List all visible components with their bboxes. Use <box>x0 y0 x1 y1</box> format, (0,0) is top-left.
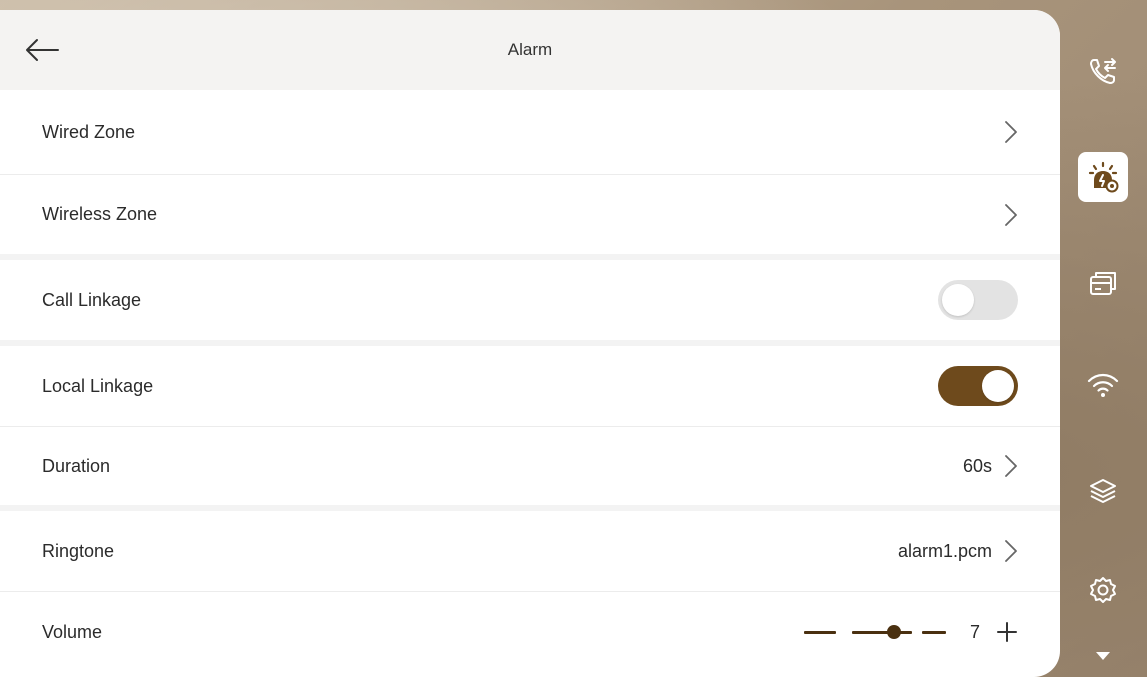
settings-panel: Alarm Wired Zone Wireless Zone Call Link… <box>0 10 1060 677</box>
local-linkage-toggle[interactable] <box>938 366 1018 406</box>
wired-zone-right <box>1004 120 1018 144</box>
sidebar-item-call-transfer[interactable] <box>1078 46 1128 96</box>
duration-row[interactable]: Duration 60s <box>0 427 1060 505</box>
volume-row: Volume 7 <box>0 592 1060 672</box>
alarm-settings-icon <box>1088 161 1119 193</box>
sidebar-item-cards[interactable] <box>1078 258 1128 308</box>
ringtone-right: alarm1.pcm <box>898 539 1018 563</box>
chevron-right-icon <box>1005 121 1017 143</box>
slider-track-filled <box>851 631 912 634</box>
chevron-down-icon <box>1096 652 1110 660</box>
call-linkage-label: Call Linkage <box>42 289 142 310</box>
ringtone-value: alarm1.pcm <box>897 540 992 561</box>
gear-icon <box>1090 577 1116 603</box>
wireless-zone-right <box>1004 203 1018 227</box>
local-linkage-right <box>938 366 1018 406</box>
local-linkage-row: Local Linkage <box>0 346 1060 426</box>
wifi-icon <box>1087 373 1119 397</box>
plus-icon[interactable] <box>996 621 1018 643</box>
wireless-zone-row[interactable]: Wireless Zone <box>0 175 1060 254</box>
chevron-right-icon <box>1005 455 1017 477</box>
toggle-knob <box>982 370 1014 402</box>
sidebar-scroll-down[interactable] <box>1078 636 1128 676</box>
cards-icon <box>1090 272 1116 295</box>
volume-slider[interactable] <box>803 620 954 644</box>
sidebar-item-alarm[interactable] <box>1078 152 1128 202</box>
chevron-right-icon <box>1005 540 1017 562</box>
arrow-left-icon <box>26 39 59 61</box>
wired-zone-label: Wired Zone <box>42 121 136 142</box>
chevron-right-icon <box>1005 203 1017 226</box>
volume-label: Volume <box>42 621 103 642</box>
call-linkage-row: Call Linkage <box>0 260 1060 340</box>
local-linkage-label: Local Linkage <box>42 375 154 396</box>
ringtone-label: Ringtone <box>42 540 115 561</box>
toggle-knob <box>942 284 974 316</box>
layers-icon <box>1090 479 1116 503</box>
call-linkage-toggle[interactable] <box>938 280 1018 320</box>
slider-segment <box>803 631 836 634</box>
duration-label: Duration <box>42 455 111 476</box>
sidebar-rail <box>1060 0 1147 677</box>
slider-segment <box>921 631 946 634</box>
sidebar-item-layers[interactable] <box>1078 466 1128 516</box>
duration-value: 60s <box>962 455 992 476</box>
back-button[interactable] <box>22 34 62 66</box>
wireless-zone-label: Wireless Zone <box>42 204 158 224</box>
slider-thumb[interactable] <box>886 625 901 639</box>
duration-right: 60s <box>963 454 1018 478</box>
volume-value: 7 <box>969 621 980 642</box>
call-linkage-right <box>938 280 1018 320</box>
header-bar: Alarm <box>0 10 1060 90</box>
wired-zone-row[interactable]: Wired Zone <box>0 90 1060 174</box>
page-title: Alarm <box>507 40 553 59</box>
volume-right: 7 <box>803 620 1018 644</box>
sidebar-item-settings[interactable] <box>1078 566 1128 616</box>
sidebar-item-wifi[interactable] <box>1078 360 1128 410</box>
call-transfer-icon <box>1090 58 1116 84</box>
ringtone-row[interactable]: Ringtone alarm1.pcm <box>0 511 1060 591</box>
